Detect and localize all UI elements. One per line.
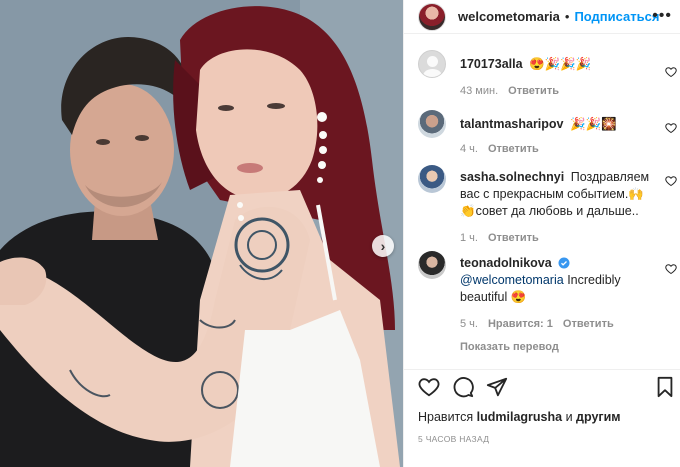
comment-item: teonadolnikova @welcometomaria Incredibl… <box>404 251 680 353</box>
post-header: welcometomaria • Подписаться ••• <box>404 0 680 34</box>
comment-body: teonadolnikova @welcometomaria Incredibl… <box>460 251 651 353</box>
photo-illustration <box>0 0 403 467</box>
bookmark-save-icon[interactable] <box>654 376 676 398</box>
verified-badge-icon <box>558 257 570 269</box>
comment-text: 😍🎉🎉🎉 <box>529 57 592 71</box>
likes-summary: Нравится ludmilagrusha и другим <box>418 410 621 424</box>
like-heart-icon[interactable] <box>665 66 677 78</box>
post-actions-bar <box>404 369 680 399</box>
likes-mid: и <box>565 410 573 424</box>
likes-user-link[interactable]: ludmilagrusha <box>477 410 562 424</box>
post-photo[interactable]: › <box>0 0 403 467</box>
comment-username[interactable]: sasha.solnechnyi <box>460 170 564 184</box>
comment-body: sasha.solnechnyi Поздравляем вас с прекр… <box>460 165 651 251</box>
like-heart-icon[interactable] <box>665 175 677 187</box>
more-options-icon[interactable]: ••• <box>652 7 672 25</box>
comment-item: talantmasharipov 🎉🎉🎇 4 ч. Ответить <box>404 110 680 165</box>
post-timestamp[interactable]: 5 ЧАСОВ НАЗАД <box>418 434 489 444</box>
like-heart-icon[interactable] <box>665 263 677 275</box>
reply-button[interactable]: Ответить <box>488 230 539 247</box>
comments-list: 170173alla 😍🎉🎉🎉 43 мин. Ответить talantm… <box>404 50 680 353</box>
default-avatar-icon[interactable] <box>418 50 446 78</box>
like-heart-icon[interactable] <box>665 122 677 134</box>
comment-meta: 4 ч. Ответить <box>460 141 617 158</box>
comment-time[interactable]: 5 ч. <box>460 316 478 333</box>
user-avatar[interactable] <box>418 165 446 193</box>
comment-text-line: @welcometomaria Incredibly beautiful 😍 <box>460 272 651 306</box>
comment-meta: 1 ч. Ответить <box>460 230 651 247</box>
reply-button[interactable]: Ответить <box>563 316 614 333</box>
comment-time[interactable]: 1 ч. <box>460 230 478 247</box>
comment-username[interactable]: talantmasharipov <box>460 117 564 131</box>
comment-username[interactable]: teonadolnikova <box>460 256 552 270</box>
carousel-next-button[interactable]: › <box>372 235 394 257</box>
likes-others-link[interactable]: другим <box>576 410 621 424</box>
likes-prefix: Нравится <box>418 410 474 424</box>
author-username[interactable]: welcometomaria <box>458 9 560 24</box>
header-separator: • <box>564 9 570 24</box>
comment-item: sasha.solnechnyi Поздравляем вас с прекр… <box>404 165 680 251</box>
post-side-panel: welcometomaria • Подписаться ••• 170173a… <box>403 0 680 467</box>
follow-button[interactable]: Подписаться <box>574 9 659 24</box>
user-avatar[interactable] <box>418 251 446 279</box>
comment-bubble-icon[interactable] <box>452 376 474 398</box>
comment-meta: 43 мин. Ответить <box>460 83 591 100</box>
chevron-right-icon: › <box>380 238 386 254</box>
reply-button[interactable]: Ответить <box>488 141 539 158</box>
comment-body: 170173alla 😍🎉🎉🎉 43 мин. Ответить <box>460 50 591 110</box>
comment-likes-count[interactable]: Нравится: 1 <box>488 316 553 333</box>
user-avatar[interactable] <box>418 110 446 138</box>
share-direct-icon[interactable] <box>486 376 508 398</box>
view-translation-link[interactable]: Показать перевод <box>460 339 651 356</box>
comment-meta: 5 ч. Нравится: 1 Ответить <box>460 316 651 333</box>
reply-button[interactable]: Ответить <box>508 83 559 100</box>
comment-text: 🎉🎉🎇 <box>570 117 617 131</box>
like-heart-icon[interactable] <box>418 376 440 398</box>
comment-mention[interactable]: @welcometomaria <box>460 273 564 287</box>
comment-time[interactable]: 4 ч. <box>460 141 478 158</box>
comment-item: 170173alla 😍🎉🎉🎉 43 мин. Ответить <box>404 50 680 110</box>
comment-time[interactable]: 43 мин. <box>460 83 498 100</box>
comment-body: talantmasharipov 🎉🎉🎇 4 ч. Ответить <box>460 110 617 165</box>
comment-username[interactable]: 170173alla <box>460 57 523 71</box>
author-avatar[interactable] <box>418 2 446 31</box>
